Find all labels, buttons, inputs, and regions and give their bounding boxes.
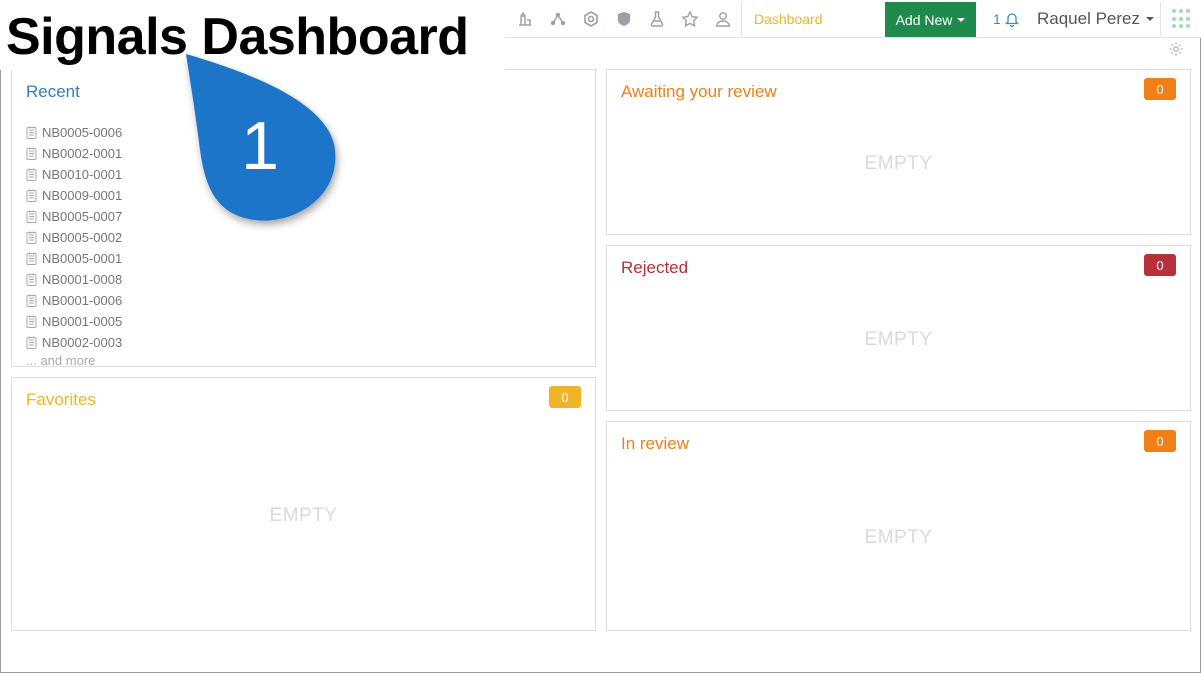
awaiting-review-panel: Awaiting your review 0 EMPTY [606, 69, 1191, 235]
gear-icon[interactable] [1168, 41, 1184, 57]
app-grid-icon[interactable] [1172, 9, 1192, 29]
and-more-link[interactable]: ... and more [26, 353, 95, 368]
recent-list-item[interactable]: NB0009-0001 [26, 185, 122, 206]
favorites-count-badge: 0 [549, 386, 581, 408]
recent-list-item[interactable]: NB0005-0007 [26, 206, 122, 227]
chevron-down-icon [1146, 17, 1155, 21]
nav-divider [741, 2, 742, 36]
recent-panel-title: Recent [26, 82, 80, 101]
callout-number: 1 [241, 108, 279, 184]
add-new-label: Add New [895, 11, 953, 28]
recent-list-item[interactable]: NB0001-0006 [26, 290, 122, 311]
molecule-icon[interactable] [541, 0, 574, 38]
notebook-icon [26, 210, 37, 223]
favorites-empty-label: EMPTY [269, 505, 338, 526]
rejected-empty-label: EMPTY [864, 329, 933, 350]
in-review-panel: In review 0 EMPTY [606, 421, 1191, 631]
recent-list-item[interactable]: NB0002-0003 [26, 332, 122, 353]
recent-list-item[interactable]: NB0001-0008 [26, 269, 122, 290]
notebook-icon [26, 315, 37, 328]
recent-list-item[interactable]: NB0005-0002 [26, 227, 122, 248]
rejected-panel-title: Rejected [621, 258, 689, 277]
favorites-panel: Favorites 0 EMPTY [11, 377, 596, 631]
recent-list-item[interactable]: NB0001-0005 [26, 311, 122, 332]
user-outline-icon[interactable] [706, 0, 739, 38]
recent-item-label: NB0002-0001 [42, 146, 123, 161]
in-review-panel-title: In review [621, 434, 690, 453]
flask-shield-icon[interactable] [607, 0, 640, 38]
notebook-icon [26, 273, 37, 286]
awaiting-review-count-badge: 0 [1144, 78, 1176, 100]
recent-list: NB0005-0006 NB0002-0001 NB0010-0001 NB0009-… [26, 122, 122, 353]
add-new-button[interactable]: Add New [885, 2, 976, 37]
in-review-count-badge: 0 [1144, 430, 1176, 452]
beaker-stand-icon[interactable] [508, 0, 541, 38]
star-icon[interactable] [673, 0, 706, 38]
notebook-icon [26, 147, 37, 160]
nav-divider [1160, 2, 1161, 36]
recent-item-label: NB0005-0006 [42, 125, 123, 140]
hexagon-icon[interactable] [574, 0, 607, 38]
recent-item-label: NB0005-0001 [42, 251, 123, 266]
notebook-icon [26, 189, 37, 202]
flask-icon[interactable] [640, 0, 673, 38]
rejected-count-badge: 0 [1144, 254, 1176, 276]
notifications-button[interactable]: 1 [993, 0, 1020, 38]
favorites-panel-title: Favorites [26, 390, 96, 409]
recent-list-item[interactable]: NB0005-0001 [26, 248, 122, 269]
user-name: Raquel Perez [1037, 9, 1141, 28]
nav-dashboard-link[interactable]: Dashboard [754, 0, 823, 38]
bell-icon [1004, 13, 1019, 27]
nav-icon-bar [508, 0, 739, 38]
notebook-icon [26, 126, 37, 139]
notebook-icon [26, 168, 37, 181]
recent-item-label: NB0009-0001 [42, 188, 123, 203]
user-menu[interactable]: Raquel Perez [1037, 0, 1155, 38]
notification-count: 1 [993, 11, 1001, 27]
recent-list-item[interactable]: NB0005-0006 [26, 122, 122, 143]
notebook-icon [26, 336, 37, 349]
rejected-panel: Rejected 0 EMPTY [606, 245, 1191, 411]
notebook-icon [26, 294, 37, 307]
recent-item-label: NB0002-0003 [42, 335, 123, 350]
in-review-empty-label: EMPTY [864, 527, 933, 548]
recent-item-label: NB0005-0007 [42, 209, 123, 224]
awaiting-review-panel-title: Awaiting your review [621, 82, 777, 101]
recent-item-label: NB0001-0008 [42, 272, 123, 287]
recent-item-label: NB0010-0001 [42, 167, 123, 182]
recent-list-item[interactable]: NB0010-0001 [26, 164, 122, 185]
recent-item-label: NB0005-0002 [42, 230, 123, 245]
recent-item-label: NB0001-0006 [42, 293, 123, 308]
notebook-icon [26, 252, 37, 265]
awaiting-review-empty-label: EMPTY [864, 153, 933, 174]
recent-list-item[interactable]: NB0002-0001 [26, 143, 122, 164]
recent-item-label: NB0001-0005 [42, 314, 123, 329]
notebook-icon [26, 231, 37, 244]
chevron-down-icon [957, 17, 966, 22]
